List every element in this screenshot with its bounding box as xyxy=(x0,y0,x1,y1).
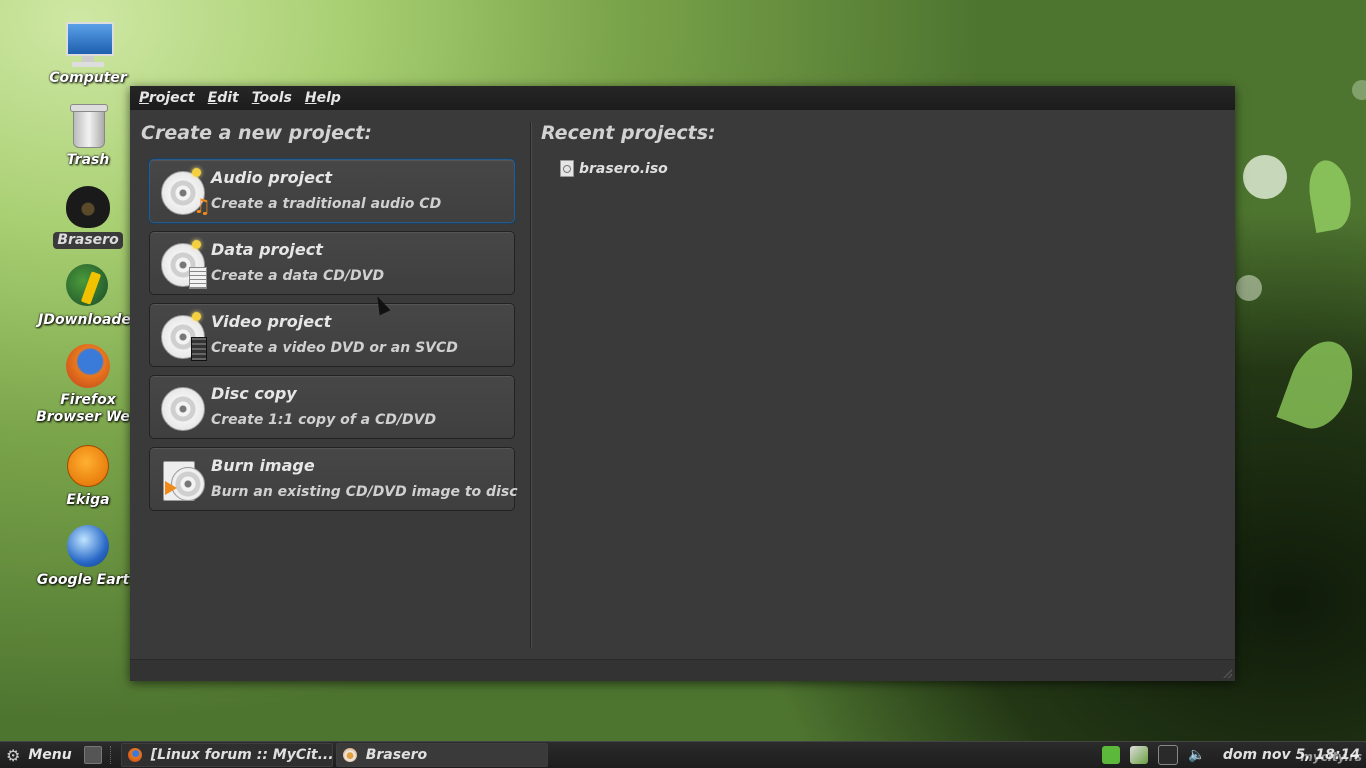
security-shield-icon[interactable] xyxy=(1129,746,1148,764)
gear-icon: ⚙ xyxy=(6,745,21,765)
ekiga-icon xyxy=(64,442,112,490)
watermark: mycity.rs xyxy=(1300,750,1362,764)
desktop-decoration xyxy=(1276,332,1364,438)
project-subtitle: Create a traditional audio CD xyxy=(211,196,442,212)
show-desktop-icon[interactable] xyxy=(83,746,102,764)
recent-project-name: brasero.iso xyxy=(579,160,668,177)
video-project-button[interactable]: Video project Create a video DVD or an S… xyxy=(149,303,515,367)
audio-project-button[interactable]: ♫ Audio project Create a traditional aud… xyxy=(149,159,515,223)
brasero-icon xyxy=(64,182,112,230)
desktop-icon-label: Computer xyxy=(49,70,127,86)
project-title: Burn image xyxy=(211,456,315,475)
new-project-heading: Create a new project: xyxy=(141,122,372,144)
recent-projects-heading: Recent projects: xyxy=(541,122,716,144)
trash-icon xyxy=(64,102,112,150)
menu-tools[interactable]: Tools xyxy=(247,86,300,110)
project-title: Data project xyxy=(211,240,323,259)
jdownloader-icon xyxy=(64,262,112,310)
taskbar-task-brasero[interactable]: Brasero xyxy=(335,743,548,767)
menu-project[interactable]: Project xyxy=(134,86,203,110)
iso-file-icon xyxy=(560,160,574,177)
brasero-icon xyxy=(342,748,357,762)
taskbar-task-firefox[interactable]: [Linux forum :: MyCit... xyxy=(120,743,333,767)
desktop-icon-label: Brasero xyxy=(53,232,123,249)
taskbar-separator xyxy=(109,746,117,764)
start-menu-label: Menu xyxy=(28,747,72,763)
desktop-decoration xyxy=(1243,155,1287,199)
desktop-decoration xyxy=(1236,275,1262,301)
project-subtitle: Create a video DVD or an SVCD xyxy=(211,340,458,356)
task-label: Brasero xyxy=(365,747,428,763)
update-shield-icon[interactable] xyxy=(1101,746,1120,764)
project-subtitle: Burn an existing CD/DVD image to disc xyxy=(211,484,518,500)
recent-project-item[interactable]: brasero.iso xyxy=(560,160,668,177)
video-disc-icon xyxy=(161,312,207,361)
project-title: Audio project xyxy=(211,168,333,187)
firefox-icon xyxy=(64,342,112,390)
project-subtitle: Create a data CD/DVD xyxy=(211,268,385,284)
computer-icon xyxy=(64,20,114,68)
project-subtitle: Create 1:1 copy of a CD/DVD xyxy=(211,412,437,428)
data-project-button[interactable]: Data project Create a data CD/DVD xyxy=(149,231,515,295)
data-disc-icon xyxy=(161,240,207,289)
menu-help[interactable]: Help xyxy=(300,86,349,110)
burn-image-icon xyxy=(161,459,205,503)
network-icon[interactable] xyxy=(1157,745,1178,765)
project-title: Video project xyxy=(211,312,332,331)
google-earth-icon xyxy=(64,522,112,570)
new-project-panel: Create a new project: ♫ Audio project Cr… xyxy=(130,110,530,658)
start-menu-button[interactable]: ⚙ Menu xyxy=(0,746,80,765)
task-label: [Linux forum :: MyCit... xyxy=(150,747,333,763)
desktop-icon-computer[interactable]: Computer xyxy=(20,20,156,87)
resize-grip[interactable] xyxy=(1223,669,1232,678)
desktop-decoration xyxy=(1352,80,1366,100)
brasero-window: Project Edit Tools Help Create a new pro… xyxy=(130,86,1235,681)
project-title: Disc copy xyxy=(211,384,297,403)
recent-projects-panel: Recent projects: brasero.iso xyxy=(532,110,1235,658)
menu-edit[interactable]: Edit xyxy=(203,86,247,110)
firefox-icon xyxy=(127,748,142,762)
disc-copy-icon xyxy=(161,387,205,431)
panel-divider xyxy=(530,122,531,648)
burn-image-button[interactable]: Burn image Burn an existing CD/DVD image… xyxy=(149,447,518,511)
status-bar xyxy=(130,659,1235,681)
volume-icon[interactable]: 🔈 xyxy=(1188,746,1206,764)
audio-disc-icon: ♫ xyxy=(161,168,211,216)
menu-bar: Project Edit Tools Help xyxy=(130,86,1235,110)
disc-copy-button[interactable]: Disc copy Create 1:1 copy of a CD/DVD xyxy=(149,375,515,439)
taskbar: ⚙ Menu [Linux forum :: MyCit... Brasero … xyxy=(0,741,1366,768)
desktop-decoration xyxy=(1304,157,1356,233)
